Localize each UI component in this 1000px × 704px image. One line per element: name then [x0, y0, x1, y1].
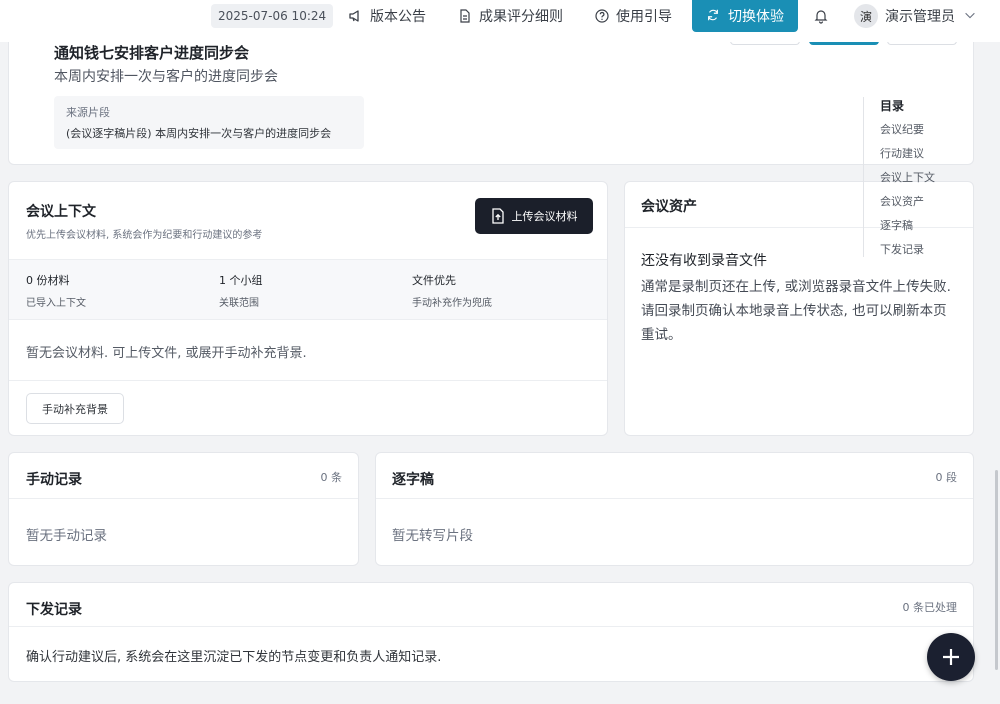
- toc-item-actions[interactable]: 行动建议: [880, 145, 973, 169]
- scoring-rules-label: 成果评分细则: [479, 9, 563, 25]
- dispatch-title: 下发记录: [26, 602, 82, 618]
- context-empty-text: 暂无会议材料. 可上传文件, 或展开手动补充背景.: [26, 346, 307, 361]
- divider: [376, 498, 973, 499]
- timestamp-badge: 2025-07-06 10:24: [211, 4, 334, 28]
- meeting-context-card: 会议上下文 优先上传会议材料, 系统会作为纪要和行动建议的参考 上传会议材料 0…: [8, 181, 608, 436]
- stat-value: 0 份材料: [26, 274, 70, 287]
- scrollbar-thumb[interactable]: [995, 470, 998, 670]
- scoring-rules-link[interactable]: 成果评分细则: [457, 0, 563, 32]
- assets-title: 会议资产: [641, 199, 697, 215]
- table-of-contents: 目录 会议纪要 行动建议 会议上下文 会议资产 逐字稿 下发记录: [863, 97, 973, 257]
- megaphone-icon: [348, 8, 364, 24]
- plus-icon: [943, 649, 959, 665]
- user-menu[interactable]: 演示管理员: [885, 0, 979, 32]
- user-name: 演示管理员: [885, 9, 955, 25]
- transcript-title: 逐字稿: [392, 472, 434, 488]
- stat-groups: 1 个小组 关联范围: [219, 272, 263, 309]
- task-title: 通知钱七安排客户进度同步会: [54, 44, 250, 62]
- guide-label: 使用引导: [616, 9, 672, 25]
- transcript-empty: 暂无转写片段: [392, 528, 473, 544]
- stat-materials: 0 份材料 已导入上下文: [26, 272, 86, 309]
- toc-title: 目录: [880, 99, 905, 113]
- task-subtitle: 本周内安排一次与客户的进度同步会: [54, 69, 278, 85]
- source-label: 来源片段: [66, 106, 110, 119]
- toc-item-context[interactable]: 会议上下文: [880, 169, 973, 193]
- transcript-count: 0 段: [935, 471, 958, 484]
- toc-item-transcript[interactable]: 逐字稿: [880, 217, 973, 241]
- divider: [9, 626, 973, 627]
- manual-records-card: 手动记录 0 条 暂无手动记录: [8, 452, 359, 566]
- document-icon: [457, 8, 473, 24]
- toc-item-dispatch[interactable]: 下发记录: [880, 241, 973, 265]
- context-title: 会议上下文: [26, 204, 96, 220]
- upload-file-icon: [491, 208, 504, 224]
- divider: [9, 380, 607, 381]
- add-fab-button[interactable]: [927, 633, 975, 681]
- release-notes-link[interactable]: 版本公告: [348, 0, 426, 32]
- chevron-down-icon: [963, 8, 979, 24]
- context-stats: 0 份材料 已导入上下文 1 个小组 关联范围 文件优先 手动补充作为兜底: [9, 259, 607, 320]
- manual-records-empty: 暂无手动记录: [26, 528, 107, 544]
- stat-value: 文件优先: [412, 274, 456, 287]
- assets-heading: 还没有收到录音文件: [641, 253, 767, 269]
- guide-link[interactable]: 使用引导: [594, 0, 672, 32]
- bell-icon: [813, 8, 829, 24]
- toc-item-assets[interactable]: 会议资产: [880, 193, 973, 217]
- assets-body: 通常是录制页还在上传, 或浏览器录音文件上传失败. 请回录制页确认本地录音上传状…: [641, 279, 951, 343]
- context-subtitle: 优先上传会议材料, 系统会作为纪要和行动建议的参考: [26, 230, 263, 241]
- source-text: (会议逐字稿片段) 本周内安排一次与客户的进度同步会: [66, 127, 332, 140]
- stat-label: 关联范围: [219, 298, 259, 309]
- notification-button[interactable]: [813, 0, 835, 32]
- help-circle-icon: [594, 8, 610, 24]
- transcript-card: 逐字稿 0 段 暂无转写片段: [375, 452, 974, 566]
- upload-materials-label: 上传会议材料: [511, 210, 578, 223]
- stat-label: 手动补充作为兜底: [412, 298, 492, 309]
- avatar[interactable]: 演: [854, 4, 878, 28]
- stat-file-priority: 文件优先 手动补充作为兜底: [412, 272, 492, 309]
- dispatch-records-card: 下发记录 0 条已处理 确认行动建议后, 系统会在这里沉淀已下发的节点变更和负责…: [8, 582, 974, 682]
- stat-label: 已导入上下文: [26, 298, 86, 309]
- top-bar: 2025-07-06 10:24 版本公告 成果评分细则 使用引导 切换体验 演…: [0, 0, 1000, 42]
- refresh-icon: [706, 8, 722, 24]
- divider: [9, 498, 358, 499]
- dispatch-body: 确认行动建议后, 系统会在这里沉淀已下发的节点变更和负责人通知记录.: [26, 650, 442, 665]
- upload-materials-button[interactable]: 上传会议材料: [475, 198, 593, 234]
- switch-experience-button[interactable]: 切换体验: [692, 0, 798, 32]
- dispatch-count: 0 条已处理: [902, 601, 958, 614]
- release-notes-label: 版本公告: [370, 9, 426, 25]
- manual-context-button[interactable]: 手动补充背景: [26, 393, 124, 424]
- stat-value: 1 个小组: [219, 274, 263, 287]
- toc-item-minutes[interactable]: 会议纪要: [880, 121, 973, 145]
- source-snippet: 来源片段 (会议逐字稿片段) 本周内安排一次与客户的进度同步会: [54, 96, 364, 149]
- manual-records-title: 手动记录: [26, 472, 82, 488]
- switch-experience-label: 切换体验: [728, 9, 784, 25]
- manual-records-count: 0 条: [320, 471, 343, 484]
